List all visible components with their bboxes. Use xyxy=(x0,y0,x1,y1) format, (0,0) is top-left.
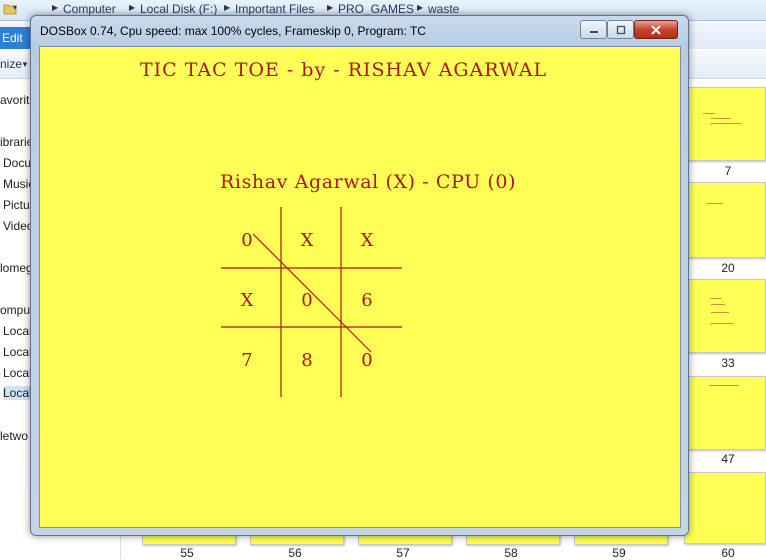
dos-screen[interactable]: TIC TAC TOE - by - RISHAV AGARWAL Rishav… xyxy=(39,46,681,528)
thumb-label: 33 xyxy=(721,356,735,370)
nav-item-network[interactable]: letwo xyxy=(0,429,28,443)
board-cell-4[interactable]: X xyxy=(217,290,277,311)
chevron-down-icon[interactable]: ▼ xyxy=(21,60,29,69)
nav-item-local-disk[interactable]: Local xyxy=(3,345,32,359)
thumb-label: 57 xyxy=(396,546,410,560)
minimize-button[interactable] xyxy=(580,20,607,39)
close-button[interactable] xyxy=(634,20,678,39)
nav-item-local-disk[interactable]: Local xyxy=(3,324,32,338)
menu-edit[interactable]: Edit xyxy=(0,27,32,49)
board-cell-3[interactable]: X xyxy=(337,230,397,251)
nav-item-documents[interactable]: Docu xyxy=(3,156,31,170)
board-cell-6[interactable]: 6 xyxy=(337,290,397,311)
thumb-label: 56 xyxy=(288,546,302,560)
breadcrumb-computer[interactable]: Computer xyxy=(63,2,116,16)
breadcrumb-separator-icon[interactable]: ▶ xyxy=(129,3,135,12)
board-cell-7[interactable]: 7 xyxy=(217,350,277,371)
thumb-text xyxy=(711,323,733,324)
nav-item-local-disk[interactable]: Local xyxy=(3,366,32,380)
game-title: TIC TAC TOE - by - RISHAV AGARWAL xyxy=(140,59,548,81)
thumb-label: 60 xyxy=(721,546,735,560)
file-thumbnail[interactable] xyxy=(684,376,766,450)
organize-button[interactable]: nize xyxy=(0,57,22,71)
thumb-label: 58 xyxy=(504,546,518,560)
tic-tac-toe-board xyxy=(221,207,402,397)
thumb-text xyxy=(711,118,731,119)
thumb-text xyxy=(703,113,715,114)
minimize-icon xyxy=(589,30,598,33)
board-cell-9[interactable]: 0 xyxy=(337,350,397,371)
thumb-label: 20 xyxy=(721,261,735,275)
maximize-button[interactable] xyxy=(607,20,634,39)
thumb-label: 7 xyxy=(724,164,732,178)
file-thumbnail[interactable] xyxy=(684,87,766,161)
board-cell-1[interactable]: 0 xyxy=(217,230,277,251)
file-thumbnail[interactable] xyxy=(684,279,766,353)
breadcrumb-separator-icon[interactable]: ▶ xyxy=(417,3,423,12)
breadcrumb-local-disk[interactable]: Local Disk (F:) xyxy=(140,2,217,16)
thumb-text xyxy=(711,123,741,124)
thumb-text xyxy=(707,203,723,204)
nav-item-homegroup[interactable]: lomeg xyxy=(0,261,33,275)
breadcrumb-waste[interactable]: waste xyxy=(428,2,459,16)
nav-item-pictures[interactable]: Pictu xyxy=(3,198,30,212)
maximize-icon xyxy=(616,25,625,34)
thumb-text xyxy=(711,304,725,305)
breadcrumb-separator-icon[interactable]: ▶ xyxy=(327,3,333,12)
thumb-text xyxy=(711,298,721,299)
thumb-label: 47 xyxy=(721,452,735,466)
close-icon xyxy=(651,24,661,35)
chevron-down-icon[interactable]: ▾ xyxy=(13,3,17,12)
nav-item-libraries[interactable]: ibrarie xyxy=(0,135,33,149)
breadcrumb-pro-games[interactable]: PRO_GAMES xyxy=(338,2,414,16)
file-thumbnail[interactable] xyxy=(684,472,766,544)
breadcrumb-important-files[interactable]: Important Files xyxy=(235,2,314,16)
board-cell-8[interactable]: 8 xyxy=(277,350,337,371)
breadcrumb-separator-icon[interactable]: ▶ xyxy=(224,3,230,12)
window-title: DOSBox 0.74, Cpu speed: max 100% cycles,… xyxy=(40,24,426,38)
thumb-label: 59 xyxy=(612,546,626,560)
board-cell-5[interactable]: 0 xyxy=(277,290,337,311)
players-label: Rishav Agarwal (X) - CPU (0) xyxy=(220,171,517,193)
breadcrumb-separator-icon[interactable]: ▶ xyxy=(52,3,58,12)
file-thumbnail[interactable] xyxy=(684,182,766,258)
dosbox-window[interactable]: DOSBox 0.74, Cpu speed: max 100% cycles,… xyxy=(30,15,689,536)
thumb-text xyxy=(709,385,739,386)
nav-item-computer[interactable]: ompu xyxy=(0,303,30,317)
nav-item-videos[interactable]: Video xyxy=(3,219,33,233)
board-cell-2[interactable]: X xyxy=(277,230,337,251)
thumb-label: 55 xyxy=(180,546,194,560)
thumb-text xyxy=(711,312,729,313)
